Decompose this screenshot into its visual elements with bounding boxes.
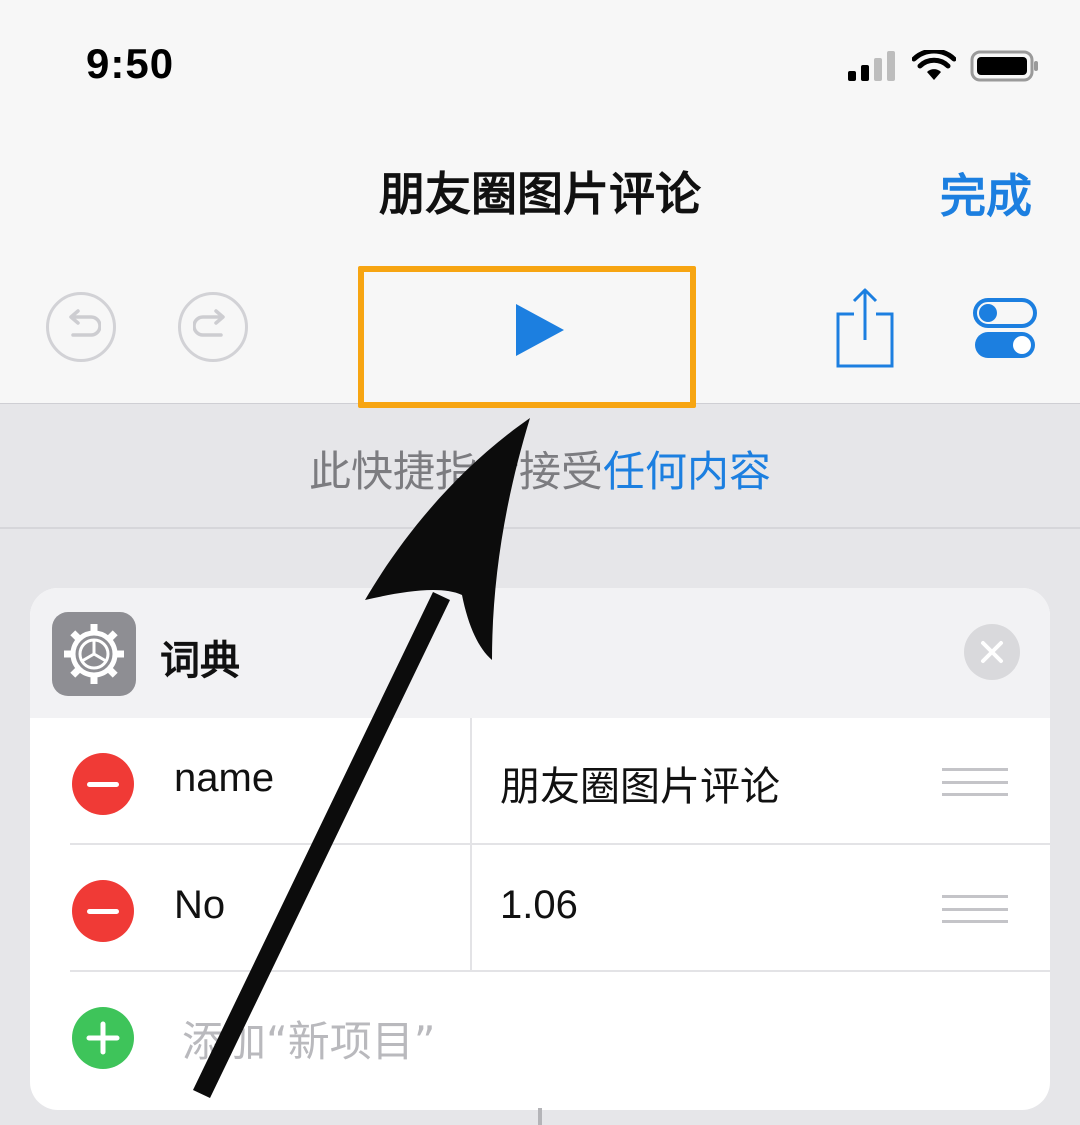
minus-icon (87, 908, 119, 914)
top-bar: 9:50 朋友圈图片评论 完成 (0, 0, 1080, 408)
add-item-row[interactable]: 添加“新项目” (30, 972, 1050, 1099)
undo-icon (69, 309, 101, 337)
input-type-label: 此快捷指令接受 (308, 447, 603, 496)
status-icons (848, 46, 1040, 86)
remove-action-button[interactable] (964, 624, 1020, 680)
redo-button[interactable] (178, 292, 248, 362)
key-field[interactable]: name (174, 756, 274, 801)
play-icon (516, 304, 564, 356)
status-time: 9:50 (86, 40, 175, 87)
value-field[interactable]: 朋友圈图片评论 (500, 754, 780, 812)
delete-row-button[interactable] (72, 753, 134, 815)
settings-button[interactable] (972, 296, 1038, 362)
column-divider (470, 718, 472, 845)
column-divider (470, 845, 472, 972)
drag-handle-icon[interactable] (942, 895, 1008, 923)
shortcut-title: 朋友圈图片评论 (379, 167, 701, 221)
section-divider (0, 527, 1080, 529)
toggle-settings-icon (973, 298, 1037, 358)
done-button[interactable]: 完成 (940, 160, 1032, 226)
action-header: 词典 (30, 588, 1050, 718)
minus-icon (87, 781, 119, 787)
delete-row-button[interactable] (72, 880, 134, 942)
value-field[interactable]: 1.06 (500, 883, 578, 928)
dictionary-row: name 朋友圈图片评论 (30, 718, 1050, 845)
wifi-icon (912, 50, 956, 80)
action-connector-line (538, 1108, 542, 1125)
battery-icon (970, 50, 1038, 82)
drag-handle-icon[interactable] (942, 768, 1008, 796)
input-type-line: 此快捷指令接受任何内容 (0, 438, 1080, 499)
action-icon (52, 612, 136, 696)
plus-icon (86, 1021, 120, 1055)
redo-icon (193, 309, 225, 337)
dictionary-row: No 1.06 (30, 845, 1050, 972)
cellular-signal-icon (848, 51, 895, 81)
gear-icon (64, 624, 124, 684)
add-item-button[interactable] (72, 1007, 134, 1069)
action-title: 词典 (160, 638, 240, 684)
run-button[interactable] (506, 298, 570, 362)
input-type-link[interactable]: 任何内容 (603, 447, 771, 496)
close-icon (981, 641, 1003, 663)
share-icon (836, 288, 894, 368)
add-item-label[interactable]: 添加“新项目” (182, 1008, 436, 1069)
dictionary-action-card: 词典 name 朋友圈图片评论 No 1.06 添加“新项目” (30, 588, 1050, 1110)
key-field[interactable]: No (174, 883, 225, 928)
share-button[interactable] (830, 286, 900, 370)
undo-button[interactable] (46, 292, 116, 362)
